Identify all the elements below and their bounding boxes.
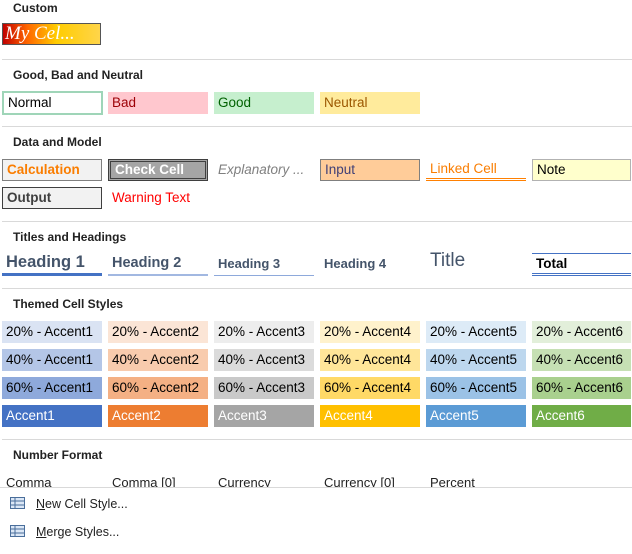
style-60-accent4[interactable]: 60% - Accent4 [320, 377, 420, 399]
style-60-accent1[interactable]: 60% - Accent1 [2, 377, 102, 399]
style-40-accent4[interactable]: 40% - Accent4 [320, 349, 420, 371]
style-warning-text[interactable]: Warning Text [108, 187, 208, 209]
section-title-data-model: Data and Model [13, 135, 102, 149]
separator [2, 288, 632, 289]
style-neutral[interactable]: Neutral [320, 92, 420, 114]
style-note[interactable]: Note [532, 159, 631, 181]
section-title-titles-headings: Titles and Headings [13, 230, 127, 244]
section-title-good-bad-neutral: Good, Bad and Neutral [13, 68, 144, 82]
style-accent4[interactable]: Accent4 [320, 405, 420, 427]
style-accent1[interactable]: Accent1 [2, 405, 102, 427]
style-input[interactable]: Input [320, 159, 420, 181]
cell-style-icon [10, 497, 25, 509]
style-60-accent2[interactable]: 60% - Accent2 [108, 377, 208, 399]
style-40-accent2[interactable]: 40% - Accent2 [108, 349, 208, 371]
style-accent3[interactable]: Accent3 [214, 405, 314, 427]
style-60-accent3[interactable]: 60% - Accent3 [214, 377, 314, 399]
style-40-accent5[interactable]: 40% - Accent5 [426, 349, 526, 371]
styles-menu-footer: New Cell Style... Merge Styles... [0, 487, 632, 554]
section-title-custom: Custom [13, 1, 58, 15]
style-calculation[interactable]: Calculation [2, 159, 102, 181]
style-20-accent6[interactable]: 20% - Accent6 [532, 321, 631, 343]
style-20-accent2[interactable]: 20% - Accent2 [108, 321, 208, 343]
separator [2, 59, 632, 60]
style-accent5[interactable]: Accent5 [426, 405, 526, 427]
style-output[interactable]: Output [2, 187, 102, 209]
merge-styles-label: Merge Styles... [36, 525, 120, 539]
merge-styles-icon [10, 525, 25, 537]
style-good[interactable]: Good [214, 92, 314, 114]
separator [2, 439, 632, 440]
style-heading-4[interactable]: Heading 4 [320, 253, 420, 275]
style-accent6[interactable]: Accent6 [532, 405, 631, 427]
style-title[interactable]: Title [426, 249, 526, 275]
style-heading-1[interactable]: Heading 1 [2, 251, 102, 276]
style-heading-2[interactable]: Heading 2 [108, 252, 208, 276]
style-normal[interactable]: Normal [2, 91, 103, 115]
separator [2, 126, 632, 127]
section-title-themed: Themed Cell Styles [13, 297, 124, 311]
style-20-accent1[interactable]: 20% - Accent1 [2, 321, 102, 343]
section-title-number-format: Number Format [13, 448, 103, 462]
separator [2, 221, 632, 222]
style-60-accent5[interactable]: 60% - Accent5 [426, 377, 526, 399]
style-40-accent1[interactable]: 40% - Accent1 [2, 349, 102, 371]
style-accent2[interactable]: Accent2 [108, 405, 208, 427]
style-heading-3[interactable]: Heading 3 [214, 253, 314, 276]
style-60-accent6[interactable]: 60% - Accent6 [532, 377, 631, 399]
style-explanatory[interactable]: Explanatory ... [214, 159, 314, 181]
style-bad[interactable]: Bad [108, 92, 208, 114]
style-40-accent6[interactable]: 40% - Accent6 [532, 349, 631, 371]
style-20-accent3[interactable]: 20% - Accent3 [214, 321, 314, 343]
style-40-accent3[interactable]: 40% - Accent3 [214, 349, 314, 371]
style-20-accent5[interactable]: 20% - Accent5 [426, 321, 526, 343]
style-20-accent4[interactable]: 20% - Accent4 [320, 321, 420, 343]
style-check-cell[interactable]: Check Cell [108, 159, 208, 181]
style-my-cell[interactable]: My Cel... [2, 23, 101, 45]
style-linked-cell[interactable]: Linked Cell [426, 159, 526, 181]
new-cell-style-label: New Cell Style... [36, 497, 128, 511]
style-total[interactable]: Total [532, 253, 631, 276]
